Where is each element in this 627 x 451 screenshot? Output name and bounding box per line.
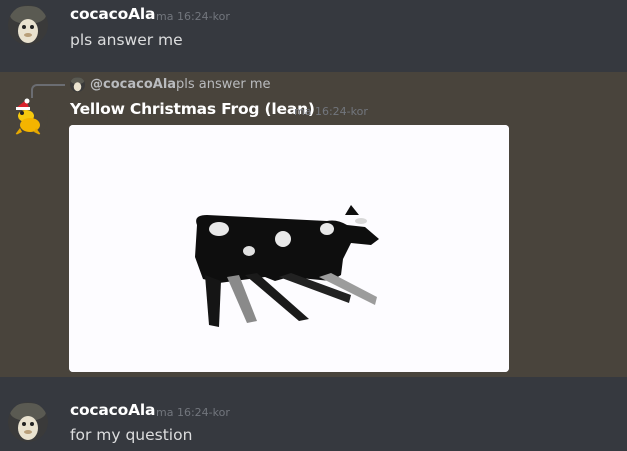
avatar-image-icon bbox=[8, 5, 48, 45]
gif-attachment[interactable] bbox=[69, 125, 509, 372]
reply-username[interactable]: @cocacoAla bbox=[90, 77, 176, 92]
dancing-cow-gif-icon bbox=[69, 125, 509, 372]
timestamp: ma 16:24-kor bbox=[294, 105, 368, 118]
reply-connector bbox=[31, 84, 65, 98]
message: cocacoAla ma 16:24-kor for my question bbox=[0, 395, 627, 451]
username[interactable]: Yellow Christmas Frog (lean) bbox=[70, 100, 315, 118]
user-avatar[interactable] bbox=[8, 402, 48, 442]
user-avatar[interactable] bbox=[8, 5, 48, 45]
username[interactable]: cocacoAla bbox=[70, 5, 155, 23]
frog-avatar[interactable] bbox=[8, 98, 48, 138]
message-text: pls answer me bbox=[70, 31, 183, 49]
timestamp: ma 16:24-kor bbox=[156, 10, 230, 23]
avatar-image-icon bbox=[8, 402, 48, 442]
timestamp: ma 16:24-kor bbox=[156, 406, 230, 419]
yellow-frog-icon bbox=[8, 98, 48, 138]
message: cocacoAla ma 16:24-kor pls answer me bbox=[0, 0, 627, 72]
message-text: for my question bbox=[70, 426, 193, 444]
avatar-image-icon bbox=[70, 77, 85, 92]
message-highlighted: @cocacoAla pls answer me Yellow Christma… bbox=[0, 72, 627, 377]
username[interactable]: cocacoAla bbox=[70, 401, 155, 419]
reply-preview-text[interactable]: pls answer me bbox=[176, 77, 271, 92]
reply-avatar[interactable] bbox=[70, 77, 85, 92]
